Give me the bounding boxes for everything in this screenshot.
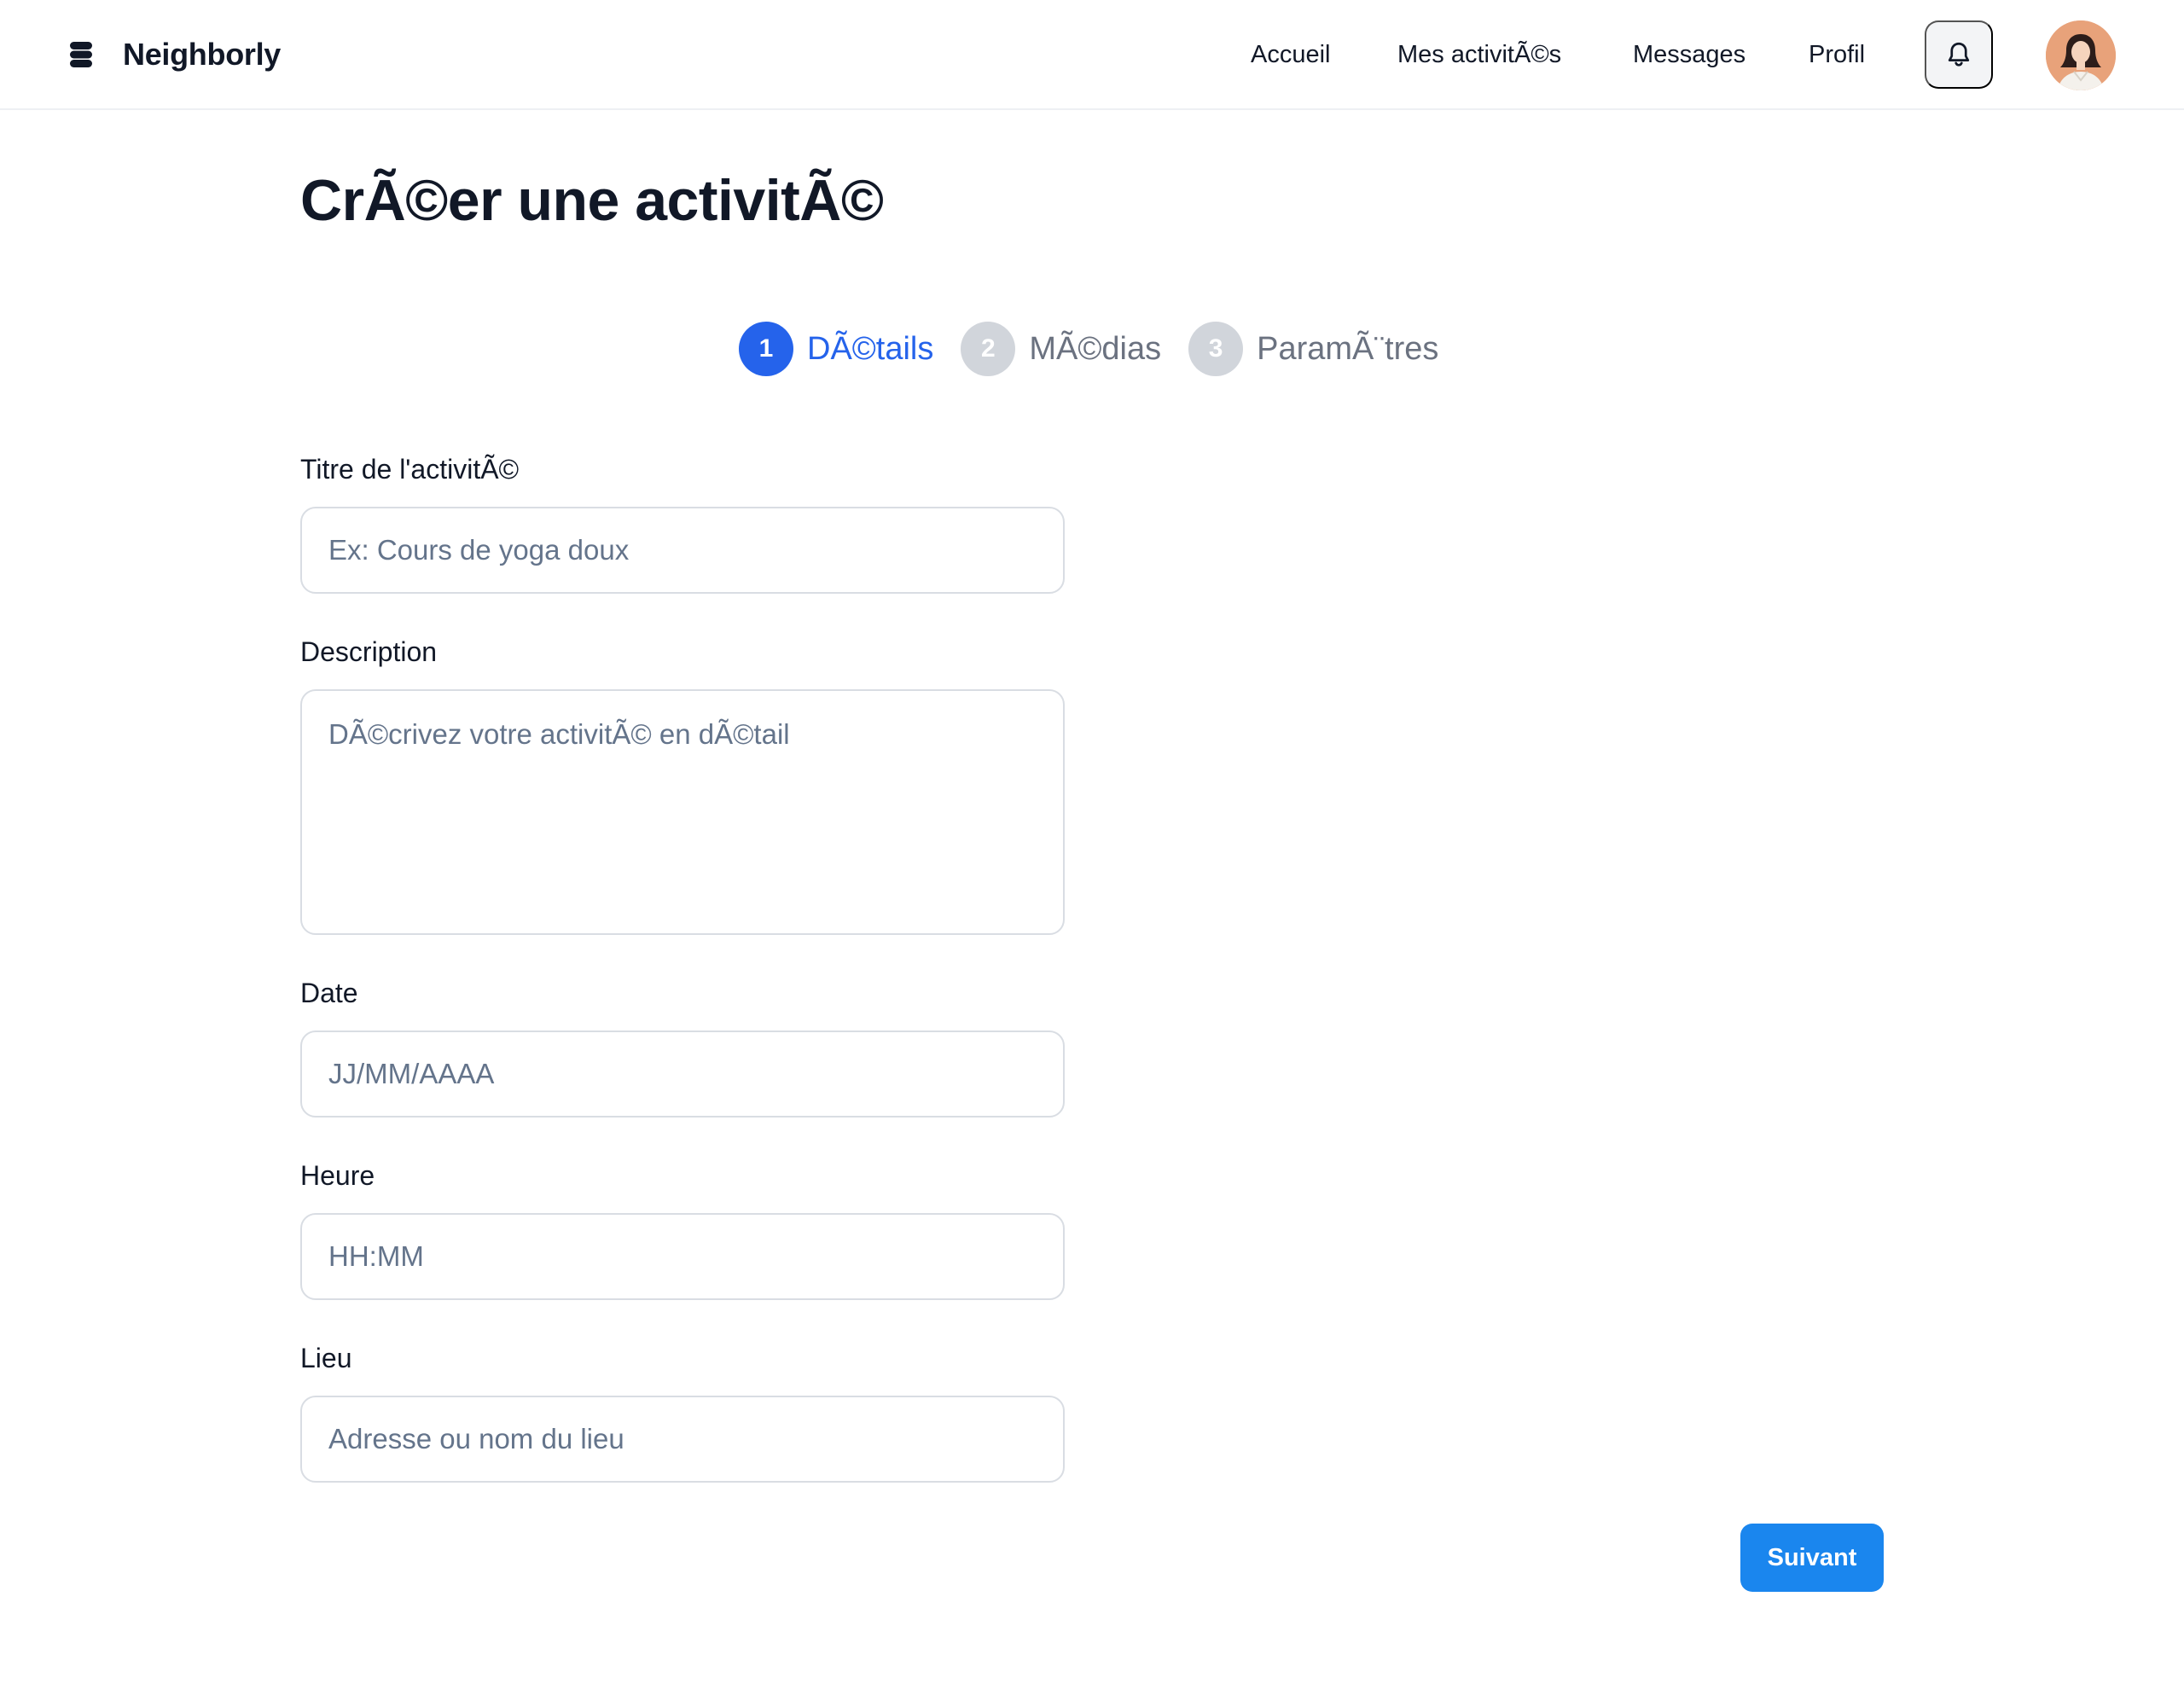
step-label: MÃ©dias (1029, 330, 1162, 367)
date-label: Date (300, 978, 358, 1008)
step-parametres[interactable]: 3 ParamÃ¨tres (1188, 322, 1438, 376)
avatar-portrait (2046, 20, 2116, 90)
location-label: Lieu (300, 1343, 352, 1373)
step-details[interactable]: 1 DÃ©tails (739, 322, 933, 376)
step-label: ParamÃ¨tres (1257, 330, 1439, 367)
step-medias[interactable]: 2 MÃ©dias (961, 322, 1161, 376)
time-label: Heure (300, 1160, 375, 1191)
title-input[interactable] (300, 507, 1065, 594)
user-avatar[interactable] (2046, 20, 2116, 90)
time-input[interactable] (300, 1213, 1065, 1300)
next-button[interactable]: Suivant (1740, 1524, 1884, 1592)
location-input[interactable] (300, 1396, 1065, 1483)
step-number: 3 (1188, 322, 1244, 376)
description-textarea[interactable] (300, 689, 1065, 935)
nav-link-profil[interactable]: Profil (1809, 41, 1865, 69)
description-label: Description (300, 636, 438, 667)
brand[interactable]: Neighborly (67, 31, 281, 78)
step-number: 1 (739, 322, 793, 376)
date-input[interactable] (300, 1030, 1065, 1118)
stepper: 1 DÃ©tails 2 MÃ©dias 3 ParamÃ¨tres (739, 321, 1466, 377)
notifications-button[interactable] (1925, 20, 1993, 89)
nav-link-accueil[interactable]: Accueil (1251, 41, 1331, 69)
nav-link-mes-activites[interactable]: Mes activitÃ©s (1397, 41, 1561, 69)
page-title: CrÃ©er une activitÃ© (300, 168, 884, 233)
title-label: Titre de l'activitÃ© (300, 454, 520, 485)
nav-link-messages[interactable]: Messages (1633, 41, 1745, 69)
step-number: 2 (961, 322, 1016, 376)
bell-icon (1948, 42, 1970, 67)
stacked-layers-icon (70, 42, 92, 67)
step-label: DÃ©tails (807, 330, 934, 367)
top-navigation-bar: Neighborly Accueil Mes activitÃ©s Messag… (0, 0, 2184, 110)
brand-name: Neighborly (123, 37, 282, 72)
